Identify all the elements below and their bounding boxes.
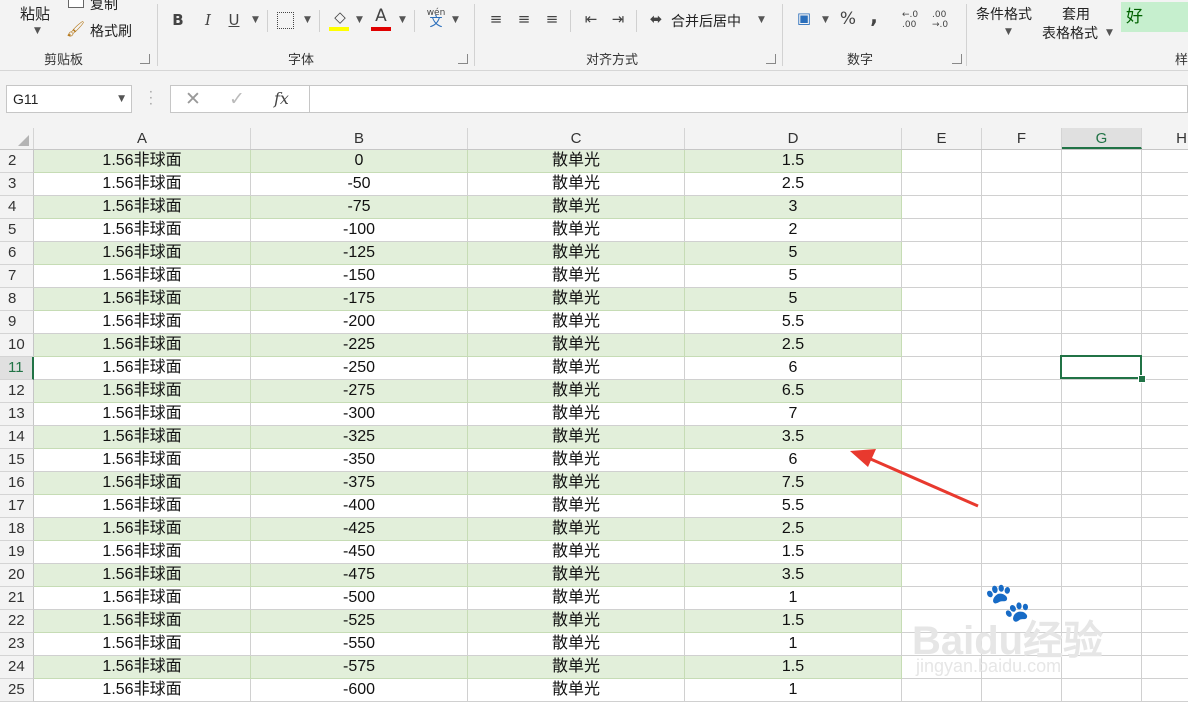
annotation-arrow-head	[850, 449, 876, 467]
annotation-arrow-line	[865, 455, 979, 508]
watermark-url: jingyan.baidu.com	[916, 656, 1062, 676]
baidu-watermark: 🐾 Baidu经验 jingyan.baidu.com	[912, 580, 1182, 681]
